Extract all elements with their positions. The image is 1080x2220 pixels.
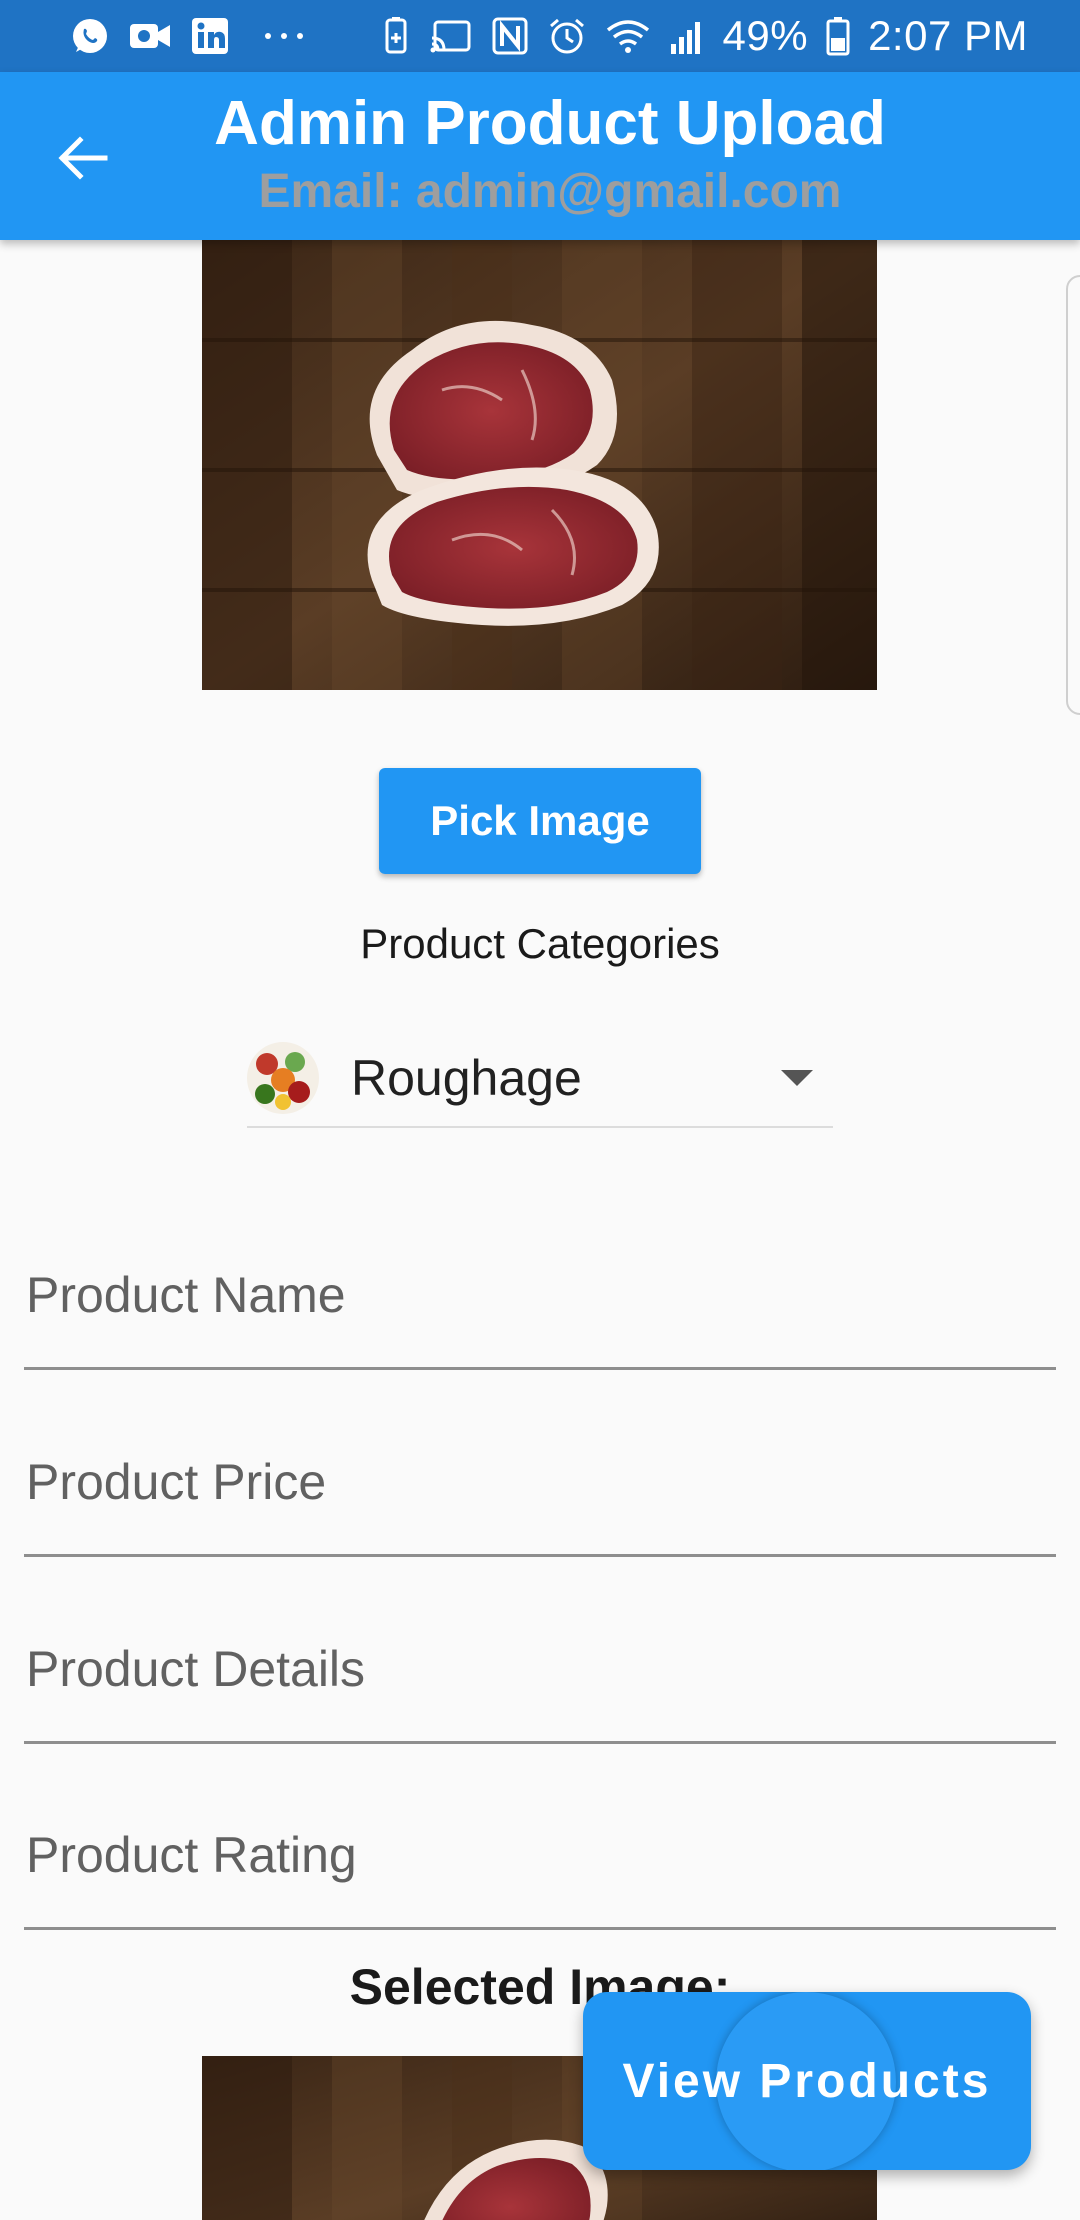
view-products-label: View Products: [622, 2054, 992, 2108]
pick-image-button[interactable]: Pick Image: [379, 768, 701, 874]
battery-percent: 49%: [722, 12, 809, 59]
product-rating-placeholder: Product Rating: [26, 1827, 357, 1883]
view-products-button[interactable]: View Products: [583, 1992, 1031, 2170]
app-bar: Admin Product Upload Email: admin@gmail.…: [0, 72, 1080, 240]
dropdown-arrow-icon: [781, 1070, 813, 1086]
cast-icon: [429, 16, 473, 56]
scroll-indicator[interactable]: [1066, 275, 1080, 715]
category-dropdown[interactable]: Roughage: [247, 1030, 833, 1128]
nfc-icon: [491, 16, 529, 56]
video-call-icon: [128, 18, 172, 54]
product-name-field[interactable]: Product Name: [24, 1240, 1056, 1370]
product-price-field[interactable]: Product Price: [24, 1427, 1056, 1557]
product-price-placeholder: Product Price: [26, 1454, 327, 1510]
status-left-icons: [70, 16, 306, 56]
category-selected-value: Roughage: [351, 1050, 582, 1106]
product-name-placeholder: Product Name: [26, 1267, 346, 1323]
product-details-placeholder: Product Details: [26, 1641, 366, 1697]
page-title: Admin Product Upload: [214, 89, 886, 158]
status-bar: 49% 2:07 PM: [0, 0, 1080, 72]
product-details-field[interactable]: Product Details: [24, 1614, 1056, 1744]
product-image-preview: [202, 240, 877, 690]
status-right-icons: 49% 2:07 PM: [381, 12, 1028, 60]
wifi-icon: [605, 16, 651, 56]
whatsapp-icon: [70, 16, 110, 56]
battery-saver-icon: [381, 16, 411, 56]
app-screen: 49% 2:07 PM Admin Product Upload Email: …: [0, 0, 1080, 2220]
clock: 2:07 PM: [868, 12, 1028, 59]
linkedin-icon: [190, 16, 230, 56]
category-thumbnail: [247, 1042, 319, 1114]
page-subtitle: Email: admin@gmail.com: [258, 165, 842, 218]
alarm-icon: [547, 16, 587, 56]
signal-icon: [669, 16, 705, 56]
more-dots-icon: [262, 30, 306, 42]
product-rating-field[interactable]: Product Rating: [24, 1800, 1056, 1930]
categories-label: Product Categories: [360, 920, 720, 967]
battery-icon: [826, 16, 850, 56]
